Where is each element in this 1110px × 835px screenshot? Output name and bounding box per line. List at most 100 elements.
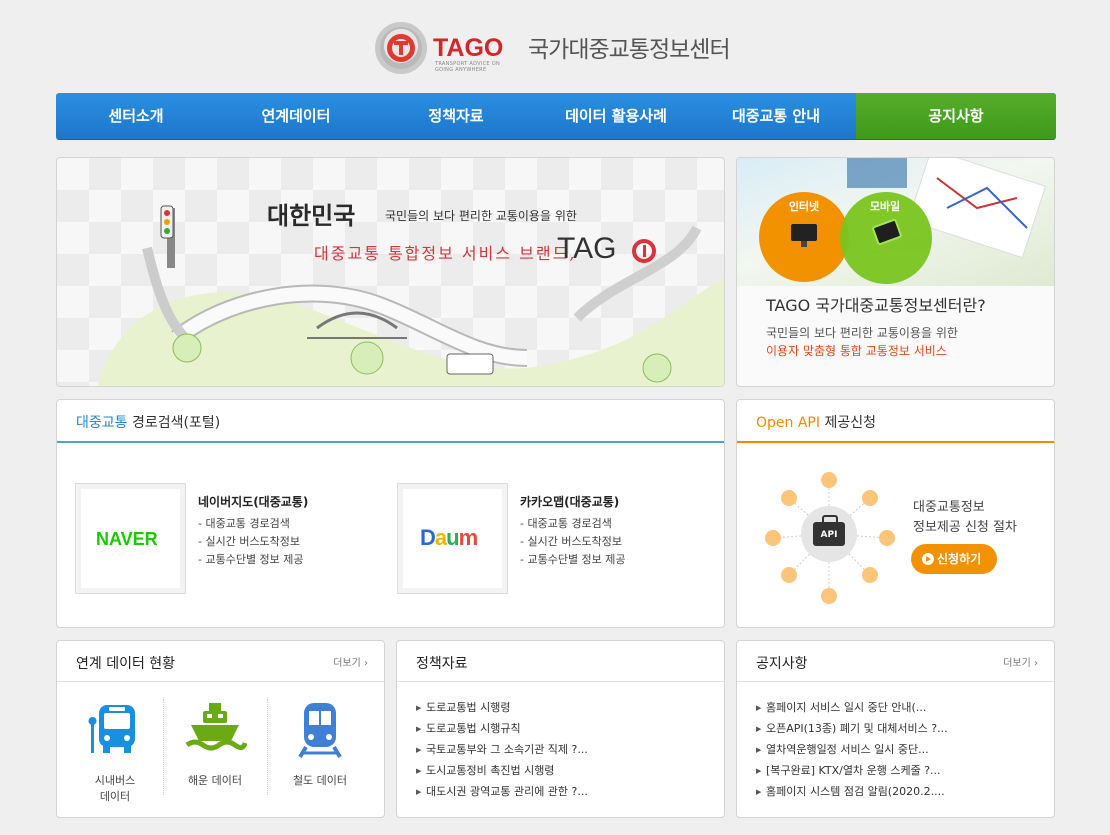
- bullet-icon: ▶: [416, 767, 422, 775]
- list-item[interactable]: ▶ 국토교통부와 그 소속기관 직제 ?...: [416, 739, 588, 760]
- ship-icon: [185, 703, 248, 751]
- list-item[interactable]: ▶ 홈페이지 시스템 점검 알림(2020.2....: [756, 781, 948, 802]
- naver-logo-box[interactable]: NAVER: [75, 483, 186, 594]
- chevron-right-icon: ›: [1034, 658, 1038, 669]
- list-item[interactable]: ▶ 대도시권 광역교통 관리에 관한 ?...: [416, 781, 588, 802]
- tago-o-icon: [632, 239, 656, 263]
- bullet-icon: ▶: [756, 788, 762, 796]
- panel-title: Open API 제공신청: [756, 412, 876, 432]
- list-item[interactable]: ▶ 도로교통법 시행령: [416, 697, 588, 718]
- naver-feature: - 실시간 버스도착정보: [198, 535, 301, 548]
- kakao-service-name[interactable]: 카카오맵(대중교통): [520, 493, 619, 510]
- network-dot: [781, 490, 797, 506]
- naver-service-name[interactable]: 네이버지도(대중교통): [198, 493, 308, 510]
- banner-illustration: [97, 205, 724, 386]
- logo-ring-icon: [375, 22, 427, 74]
- policy-panel: 정책자료 ▶ 도로교통법 시행령 ▶ 도로교통법 시행규칙 ▶ 국토교통부와 그 소속…: [396, 640, 725, 818]
- list-item[interactable]: ▶ 도시교통정비 촉진법 시행령: [416, 760, 588, 781]
- train-data-item[interactable]: 철도 데이터: [275, 701, 365, 787]
- naver-logo: NAVER: [96, 529, 158, 549]
- network-dot: [821, 588, 837, 604]
- title-rest: 제공신청: [824, 415, 876, 431]
- api-text: 정보제공 신청 절차: [913, 520, 1017, 535]
- network-dot: [781, 567, 797, 583]
- more-link[interactable]: 더보기 ›: [1003, 654, 1038, 669]
- banner-headline: 대한민국: [267, 201, 356, 230]
- train-icon: [298, 703, 342, 759]
- logo-text: TAGO: [433, 34, 504, 62]
- divider: [267, 699, 268, 795]
- bus-icon: [88, 705, 135, 753]
- list-item[interactable]: ▶ 도로교통법 시행규칙: [416, 718, 588, 739]
- route-search-header: 대중교통 경로검색(포털): [57, 400, 724, 443]
- kakao-feature: - 대중교통 경로검색: [520, 517, 612, 530]
- kakao-feature: - 실시간 버스도착정보: [520, 535, 623, 548]
- apply-button[interactable]: 신청하기: [911, 544, 997, 574]
- notice-list: ▶ 홈페이지 서비스 일시 중단 안내(... ▶ 오픈API(13종) 폐기 및 …: [756, 697, 948, 802]
- open-api-panel: Open API 제공신청 API 대중교통정보 정보제공 신청 절차 신청하기: [736, 399, 1055, 628]
- banner-tagline: 대중교통 통합정보 서비스 브랜드,: [314, 244, 577, 263]
- policy-list: ▶ 도로교통법 시행령 ▶ 도로교통법 시행규칙 ▶ 국토교통부와 그 소속기관 직제…: [416, 697, 588, 802]
- more-label: 더보기: [1003, 658, 1031, 669]
- bus-data-label: 시내버스 데이터: [94, 774, 136, 803]
- panel-title: 대중교통 경로검색(포털): [76, 412, 220, 432]
- about-title: TAGO 국가대중교통정보센터란?: [766, 296, 986, 315]
- title-accent: Open API: [756, 415, 820, 431]
- ship-data-label: 해운 데이터: [187, 774, 243, 787]
- about-highlight: 이용자 맞춤형 통합 교통정보 서비스: [766, 344, 947, 358]
- daum-logo: Daum: [420, 525, 478, 550]
- naver-feature: - 대중교통 경로검색: [198, 517, 290, 530]
- site-title: 국가대중교통정보센터: [528, 37, 731, 63]
- nav-item-policy[interactable]: 정책자료: [376, 93, 536, 139]
- daum-logo-box[interactable]: Daum: [397, 483, 508, 594]
- more-link[interactable]: 더보기 ›: [333, 654, 368, 669]
- title-accent: 대중교통: [76, 415, 128, 431]
- internet-label: 인터넷: [788, 200, 820, 213]
- more-label: 더보기: [333, 658, 361, 669]
- network-dot: [765, 530, 781, 546]
- panel-title: 공지사항: [756, 656, 808, 672]
- list-item[interactable]: ▶ 홈페이지 서비스 일시 중단 안내(...: [756, 697, 948, 718]
- bullet-icon: ▶: [756, 725, 762, 733]
- about-description: 국민들의 보다 편리한 교통이용을 위한: [766, 326, 958, 340]
- tago-logo[interactable]: TAGO TRANSPORT ADVICE ON GOING ANYWHERE: [375, 22, 515, 76]
- network-dot: [862, 567, 878, 583]
- bullet-icon: ▶: [416, 704, 422, 712]
- mobile-label: 모바일: [869, 200, 901, 213]
- nav-item-linked-data[interactable]: 연계데이터: [216, 93, 376, 139]
- bullet-icon: ▶: [416, 746, 422, 754]
- network-dot: [862, 490, 878, 506]
- data-status-panel: 연계 데이터 현황 더보기 › 시내버스 데이터 해운 데이터 철도 데이터: [56, 640, 385, 818]
- list-item[interactable]: ▶ 열차역운행일정 서비스 일시 중단...: [756, 739, 948, 760]
- notice-panel: 공지사항 더보기 › ▶ 홈페이지 서비스 일시 중단 안내(... ▶ 오픈API…: [736, 640, 1055, 818]
- network-dot: [879, 530, 895, 546]
- banner-subheadline: 국민들의 보다 편리한 교통이용을 위한: [385, 209, 577, 223]
- kakao-feature: - 교통수단별 정보 제공: [520, 553, 626, 566]
- main-banner[interactable]: 대한민국 국민들의 보다 편리한 교통이용을 위한 대중교통 통합정보 서비스 …: [56, 157, 725, 387]
- policy-header: 정책자료: [397, 641, 724, 682]
- network-dot: [821, 472, 837, 488]
- bullet-icon: ▶: [416, 725, 422, 733]
- monitor-icon: [791, 224, 817, 247]
- api-text: 대중교통정보: [913, 500, 985, 515]
- ship-data-item[interactable]: 해운 데이터: [170, 701, 260, 787]
- banner-brand: TAG: [557, 232, 617, 265]
- chevron-right-icon: ›: [364, 658, 368, 669]
- api-bag-icon: API: [813, 515, 845, 546]
- route-search-panel: 대중교통 경로검색(포털) NAVER 네이버지도(대중교통) - 대중교통 경…: [56, 399, 725, 628]
- bus-data-item[interactable]: 시내버스 데이터: [70, 701, 160, 803]
- header: TAGO TRANSPORT ADVICE ON GOING ANYWHERE …: [0, 18, 1110, 78]
- nav-item-notice[interactable]: 공지사항: [856, 93, 1056, 139]
- train-data-label: 철도 데이터: [292, 774, 348, 787]
- list-item[interactable]: ▶ 오픈API(13종) 폐기 및 대체서비스 ?...: [756, 718, 948, 739]
- notice-header: 공지사항 더보기 ›: [737, 641, 1054, 682]
- nav-item-center-intro[interactable]: 센터소개: [56, 93, 216, 139]
- list-item[interactable]: ▶ [복구완료] KTX/열차 운행 스케줄 ?...: [756, 760, 948, 781]
- bullet-icon: ▶: [756, 704, 762, 712]
- panel-title: 정책자료: [416, 656, 468, 672]
- nav-item-use-cases[interactable]: 데이터 활용사례: [536, 93, 696, 139]
- logo-subtext: TRANSPORT ADVICE ON GOING ANYWHERE: [435, 61, 501, 73]
- bullet-icon: ▶: [416, 788, 422, 796]
- about-tago-panel[interactable]: 인터넷 모바일 TAGO 국가대중교통정보센터란? 국민들의 보다 편리한 교통…: [736, 157, 1055, 387]
- nav-item-transit-guide[interactable]: 대중교통 안내: [696, 93, 856, 139]
